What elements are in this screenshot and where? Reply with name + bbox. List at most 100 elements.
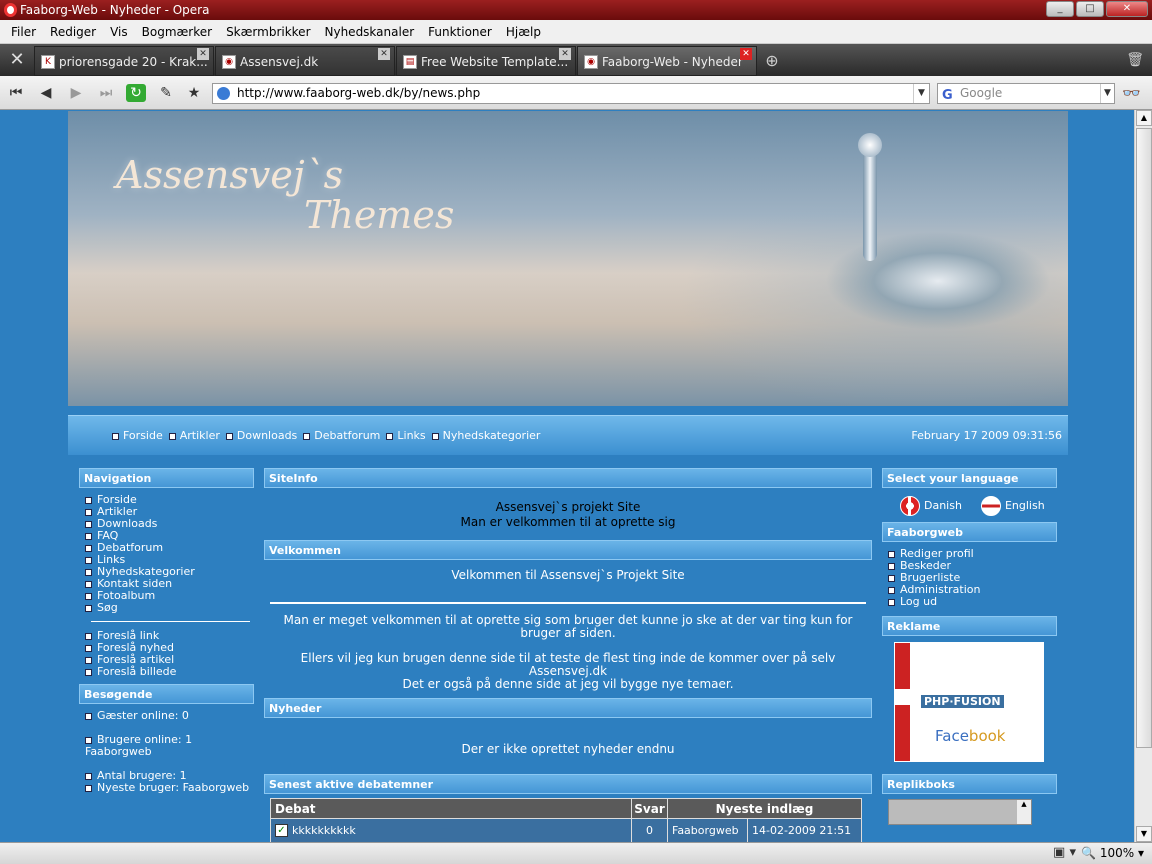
tab-free-template[interactable]: ▤ Free Website Template... ✕ xyxy=(396,46,576,76)
tab-close-icon[interactable]: ✕ xyxy=(559,48,571,60)
main-content: Navigation Forside Artikler Downloads FA… xyxy=(68,455,1068,842)
facebook-logo-face: Face xyxy=(935,727,969,745)
table-row: ✓ kkkkkkkkkk 0 Faaborgweb 14-02-2009 21:5… xyxy=(270,818,862,842)
page-scrollbar[interactable]: ▲ ▼ xyxy=(1134,110,1152,842)
visitors-list: Gæster online: 0 Brugere online: 1 Faabo… xyxy=(79,704,254,798)
welcome-body: Velkommen til Assensvej`s Projekt Site M… xyxy=(264,560,872,698)
maximize-button[interactable]: □ xyxy=(1076,1,1104,17)
glasses-icon[interactable]: 👓 xyxy=(1122,84,1141,102)
fast-forward-icon[interactable]: ⏭ xyxy=(96,84,116,102)
tab-close-icon[interactable]: ✕ xyxy=(197,48,209,60)
tab-label: Faaborg-Web - Nyheder xyxy=(602,55,743,69)
topnav-artikler[interactable]: Artikler xyxy=(169,429,220,442)
topnav-forside[interactable]: Forside xyxy=(112,429,163,442)
forum-table: Debat Svar Nyeste indlæg ✓ kkkkkkkkkk 0 F… xyxy=(270,798,862,842)
right-column: Select your language Danish English Faab… xyxy=(882,468,1057,825)
status-bar: ▣ ▾ 🔍 100% ▾ xyxy=(0,842,1152,864)
url-text: http://www.faaborg-web.dk/by/news.php xyxy=(237,86,481,100)
scroll-down-icon[interactable]: ▼ xyxy=(1136,826,1152,842)
facebook-ad-banner[interactable]: PHP·FUSION Facebook xyxy=(894,642,1045,762)
guests-online: Gæster online: 0 xyxy=(85,710,254,722)
tab-krak[interactable]: K priorensgade 20 - Krak... ✕ xyxy=(34,46,214,76)
topnav-debatforum[interactable]: Debatforum xyxy=(303,429,380,442)
scroll-up-icon[interactable]: ▲ xyxy=(1136,110,1152,126)
minimize-button[interactable]: _ xyxy=(1046,1,1074,17)
menu-bogmaerker[interactable]: Bogmærker xyxy=(135,25,219,39)
water-droplet-image xyxy=(858,133,882,157)
col-nyeste: Nyeste indlæg xyxy=(667,798,862,819)
zoom-value: 100% xyxy=(1099,846,1135,860)
banner-title-line2: Themes xyxy=(304,193,455,237)
opera-icon xyxy=(4,3,17,17)
divider xyxy=(91,621,250,622)
danish-flag-icon[interactable] xyxy=(900,496,920,516)
tab-faaborg-web[interactable]: ◉ Faaborg-Web - Nyheder ✕ xyxy=(577,46,757,76)
krak-favicon-icon: K xyxy=(41,55,55,69)
facebook-logo-book: book xyxy=(968,727,1006,745)
facebook-logo: Facebook xyxy=(935,727,1005,745)
top-navigation: Forside Artikler Downloads Debatforum Li… xyxy=(68,415,1068,455)
tab-close-icon[interactable]: ✕ xyxy=(740,48,752,60)
window-titlebar: Faaborg-Web - Nyheder - Opera _ □ ✕ xyxy=(0,0,1152,20)
tab-close-icon[interactable]: ✕ xyxy=(378,48,390,60)
menu-nyhedskanaler[interactable]: Nyhedskanaler xyxy=(318,25,422,39)
url-dropdown-icon[interactable]: ▼ xyxy=(913,84,929,103)
forum-panel-title: Senest aktive debatemner xyxy=(264,774,872,794)
menu-filer[interactable]: Filer xyxy=(4,25,43,39)
zoom-level[interactable]: 🔍 100% ▾ xyxy=(1081,846,1144,860)
search-dropdown-icon[interactable]: ▼ xyxy=(1100,84,1114,103)
rewind-icon[interactable]: ⏮ xyxy=(6,84,26,102)
site-info-icon xyxy=(217,87,230,100)
col-svar: Svar xyxy=(631,798,668,819)
google-icon: G xyxy=(942,88,953,103)
scrollbar-thumb[interactable] xyxy=(1136,128,1152,748)
welcome-paragraph1: Man er meget velkommen til at oprette si… xyxy=(283,613,853,640)
visitors-panel-title: Besøgende xyxy=(79,684,254,704)
news-panel-title: Nyheder xyxy=(264,698,872,718)
menu-hjaelp[interactable]: Hjælp xyxy=(499,25,548,39)
back-icon[interactable]: ◀ xyxy=(36,84,56,102)
menu-vis[interactable]: Vis xyxy=(103,25,135,39)
language-danish[interactable]: Danish xyxy=(924,499,962,512)
left-column: Navigation Forside Artikler Downloads FA… xyxy=(79,468,254,798)
user-panel-list: Rediger profil Beskeder Brugerliste Admi… xyxy=(882,542,1057,612)
camera-icon[interactable]: ▣ ▾ xyxy=(1053,845,1076,860)
search-placeholder: Google xyxy=(960,86,1003,100)
menu-funktioner[interactable]: Funktioner xyxy=(421,25,499,39)
english-flag-icon[interactable] xyxy=(980,496,1001,516)
nav-item-sog[interactable]: Søg xyxy=(85,602,254,614)
new-tab-icon[interactable]: ⊕ xyxy=(758,46,786,76)
topic-link[interactable]: kkkkkkkkkk xyxy=(292,824,356,837)
last-user-cell[interactable]: Faaborgweb xyxy=(667,818,748,842)
welcome-panel-title: Velkommen xyxy=(264,540,872,560)
close-window-button[interactable]: ✕ xyxy=(1106,1,1148,17)
topnav-downloads[interactable]: Downloads xyxy=(226,429,297,442)
menu-rediger[interactable]: Rediger xyxy=(43,25,103,39)
edit-icon[interactable]: ✎ xyxy=(156,84,176,102)
search-input[interactable]: G Google ▼ xyxy=(937,83,1115,104)
language-english[interactable]: English xyxy=(1005,499,1045,512)
address-input[interactable]: http://www.faaborg-web.dk/by/news.php ▼ xyxy=(212,83,930,104)
menu-skaermbrikker[interactable]: Skærmbrikker xyxy=(219,25,317,39)
document-icon: ▤ xyxy=(403,55,417,69)
topic-cell[interactable]: ✓ kkkkkkkkkk xyxy=(270,818,632,842)
topnav-nyhedskategorier[interactable]: Nyhedskategorier xyxy=(432,429,541,442)
siteinfo-line1: Assensvej`s projekt Site xyxy=(495,500,641,514)
newest-user: Nyeste bruger: Faaborgweb xyxy=(85,782,254,794)
trash-icon[interactable]: 🗑 xyxy=(1126,52,1144,68)
reload-icon[interactable]: ↻ xyxy=(126,84,146,102)
address-toolbar: ⏮ ◀ ▶ ⏭ ↻ ✎ ★ http://www.faaborg-web.dk/… xyxy=(0,76,1152,110)
scroll-up-icon[interactable]: ▲ xyxy=(1017,800,1031,824)
suggest-image[interactable]: Foreslå billede xyxy=(85,666,254,678)
bookmark-star-icon[interactable]: ★ xyxy=(184,84,204,102)
tab-assensvej[interactable]: ◉ Assensvej.dk ✕ xyxy=(215,46,395,76)
topnav-links[interactable]: Links xyxy=(386,429,425,442)
window-title: Faaborg-Web - Nyheder - Opera xyxy=(20,3,210,17)
shoutbox-messages[interactable]: ▲ xyxy=(888,799,1032,825)
online-user-name[interactable]: Faaborgweb xyxy=(85,746,254,758)
tools-icon[interactable]: ✕ xyxy=(0,44,34,76)
user-panel-title: Faaborgweb xyxy=(882,522,1057,542)
tab-bar: ✕ K priorensgade 20 - Krak... ✕ ◉ Assens… xyxy=(0,44,1152,76)
logout-link[interactable]: Log ud xyxy=(888,596,1057,608)
forward-icon[interactable]: ▶ xyxy=(66,84,86,102)
